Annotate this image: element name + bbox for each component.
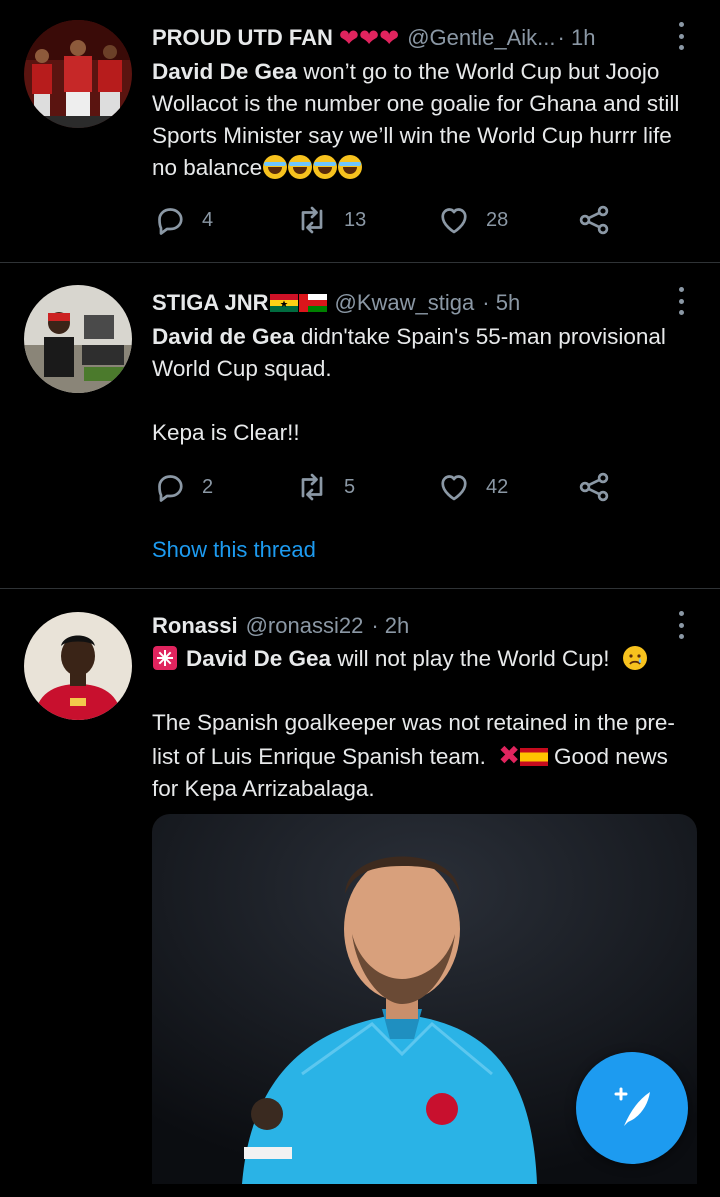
retweet-icon	[301, 473, 323, 501]
user-handle[interactable]: @ronassi22	[246, 613, 364, 639]
share-button[interactable]	[576, 198, 612, 242]
avatar[interactable]	[24, 285, 132, 393]
share-icon	[579, 205, 609, 235]
user-handle[interactable]: @Kwaw_stiga	[335, 290, 475, 316]
mention-text: David De Gea	[186, 646, 332, 671]
reply-count: 2	[202, 475, 214, 498]
retweet-button[interactable]: 5	[294, 465, 355, 509]
reply-count: 4	[202, 208, 214, 231]
retweet-button[interactable]: 13	[294, 198, 366, 242]
reply-button[interactable]: 2	[152, 465, 213, 509]
tweet-text-line: Kepa is Clear!!	[152, 420, 300, 445]
display-name[interactable]: Ronassi	[152, 613, 238, 639]
display-name[interactable]: PROUD UTD FAN	[152, 25, 333, 51]
like-count: 28	[486, 208, 509, 231]
show-thread-link[interactable]: Show this thread	[152, 537, 316, 563]
share-icon	[579, 472, 609, 502]
user-handle[interactable]: @Gentle_Aik...	[407, 25, 555, 51]
heart-emoji: ❤❤❤	[338, 24, 400, 52]
avatar[interactable]	[24, 20, 132, 128]
compose-tweet-button[interactable]	[576, 1052, 688, 1164]
reply-icon	[158, 475, 183, 502]
avatar[interactable]	[24, 612, 132, 720]
more-options-icon[interactable]	[674, 611, 688, 639]
retweet-count: 5	[344, 475, 356, 498]
tweet-text: David De Gea won’t go to the World Cup b…	[152, 56, 700, 184]
siren-emoji	[153, 646, 177, 670]
ghana-flag-emoji	[269, 294, 298, 312]
more-options-icon[interactable]	[674, 22, 688, 50]
crying-face-emoji	[622, 646, 647, 670]
like-count: 42	[486, 475, 509, 498]
oman-flag-emoji	[298, 294, 327, 312]
reply-button[interactable]: 4	[152, 198, 213, 242]
compose-tweet-icon	[614, 1087, 650, 1126]
like-button[interactable]: 28	[436, 198, 508, 242]
tweet[interactable]: STIGA JNR @Kwaw_stiga · 5h David de Gea …	[0, 263, 720, 587]
heart-icon	[441, 475, 467, 501]
timestamp[interactable]: · 2h	[371, 613, 409, 639]
timestamp[interactable]: · 5h	[482, 290, 520, 316]
timestamp[interactable]: · 1h	[558, 25, 596, 51]
mention-text: David de Gea	[152, 324, 295, 349]
tweet[interactable]: PROUD UTD FAN ❤❤❤ @Gentle_Aik... · 1h Da…	[0, 0, 720, 262]
share-button[interactable]	[576, 465, 612, 509]
tweet-text-content: will not play the World Cup!	[331, 646, 610, 671]
spain-flag-emoji	[520, 748, 548, 766]
tweet-text: David de Gea didn'take Spain's 55-man pr…	[152, 321, 700, 449]
like-button[interactable]: 42	[436, 465, 508, 509]
heart-icon	[441, 208, 467, 234]
cross-mark-emoji: ✖	[498, 740, 520, 770]
mention-text: David De Gea	[152, 59, 298, 84]
retweet-count: 13	[344, 208, 367, 231]
tweet-text: David De Gea will not play the World Cup…	[152, 643, 700, 805]
more-options-icon[interactable]	[674, 287, 688, 315]
retweet-icon	[301, 206, 323, 234]
display-name[interactable]: STIGA JNR	[152, 290, 269, 316]
laughing-emoji	[262, 155, 363, 180]
reply-icon	[158, 208, 183, 235]
